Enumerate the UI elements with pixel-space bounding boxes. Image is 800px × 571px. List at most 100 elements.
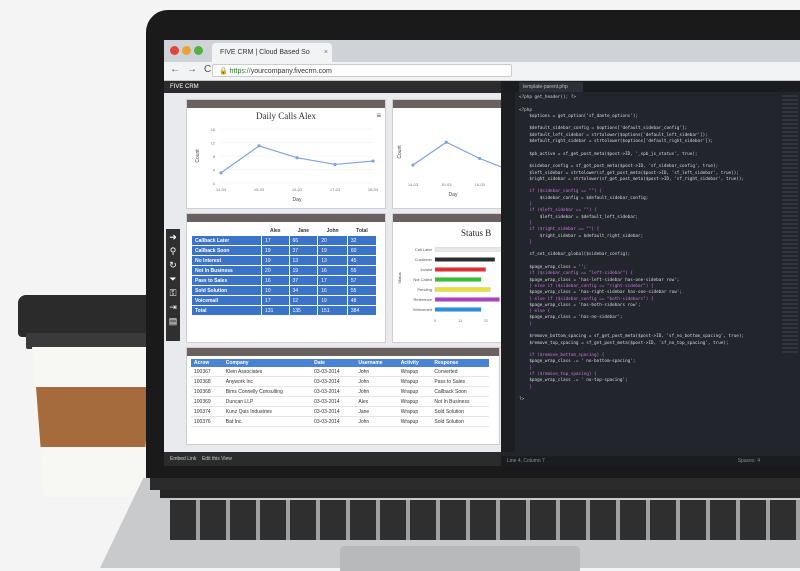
- reload-icon[interactable]: C: [204, 64, 211, 75]
- table-cell: Pass to Sales: [431, 376, 489, 387]
- arrow-right-icon[interactable]: ➜: [169, 231, 177, 244]
- code-line: ?>: [519, 397, 525, 403]
- table-cell: 384: [346, 305, 378, 316]
- table-cell: 16: [261, 275, 290, 286]
- minimize-window-button[interactable]: [182, 46, 191, 55]
- table-cell: 13: [288, 255, 319, 266]
- column-header[interactable]: Username: [355, 359, 398, 367]
- data-point: [257, 144, 261, 148]
- table-cell: 34: [288, 285, 319, 296]
- table-cell: Bat Inc.: [222, 416, 312, 427]
- indent-setting[interactable]: Spaces: 4: [738, 456, 760, 466]
- x-tick-label: 16-03: [475, 182, 486, 187]
- table-cell: 03-03-2014: [311, 416, 356, 427]
- column-header[interactable]: Date: [311, 359, 356, 367]
- table-row[interactable]: 100368 Anywork Inc 03-03-2014 John Wrapup Pas…: [191, 376, 489, 387]
- category-label: Customer: [415, 257, 433, 262]
- table-row[interactable]: Total 131 135 151 384: [190, 305, 378, 316]
- data-point: [219, 171, 223, 175]
- column-header[interactable]: Response: [431, 359, 489, 367]
- editor-tab[interactable]: template-parent.php: [519, 82, 583, 92]
- table-cell: 20: [317, 235, 348, 246]
- column-header[interactable]: Acrow: [191, 359, 223, 367]
- hamburger-menu-icon[interactable]: ≡: [376, 111, 381, 120]
- document-icon[interactable]: ▤: [169, 315, 178, 328]
- search-icon[interactable]: ⚲: [170, 245, 177, 258]
- data-point: [333, 162, 337, 167]
- x-tick-label: 22: [483, 318, 488, 323]
- data-point: [295, 156, 299, 160]
- table-row[interactable]: 100376 Bat Inc. 03-03-2014 John Wrapup Sold S…: [191, 416, 489, 427]
- category-label: Invalid: [420, 267, 432, 272]
- table-row[interactable]: 100368 Bims Connelly Consulting 03-03-2014…: [191, 386, 489, 397]
- table-cell: 151: [317, 305, 348, 316]
- filter-icon[interactable]: ⏷: [169, 273, 176, 286]
- close-icon[interactable]: ×: [324, 43, 328, 62]
- table-cell: 48: [346, 295, 378, 306]
- browser-tab[interactable]: FIVE CRM | Cloud Based So ×: [212, 43, 332, 62]
- column-header[interactable]: Alex: [261, 225, 290, 236]
- status-bar-chart: Status Call Later Customer Invalid Not Calle…: [397, 247, 503, 323]
- maximize-window-button[interactable]: [194, 46, 203, 55]
- stats-table: Alex Jane John Total Callback Later 17 66 20 32 C…: [190, 225, 378, 316]
- table-row[interactable]: Pass to Sales 16 37 17 57: [190, 275, 378, 286]
- key-icon[interactable]: ⚿: [170, 287, 177, 300]
- table-header-row: Alex Jane John Total: [190, 225, 378, 236]
- login-icon[interactable]: ⇥: [169, 301, 177, 314]
- line-gutter: [501, 92, 515, 452]
- table-cell: 19: [261, 255, 290, 266]
- column-header[interactable]: Jane: [288, 225, 319, 236]
- column-header[interactable]: [190, 225, 263, 236]
- table-cell: 100369: [191, 396, 223, 407]
- column-header[interactable]: Total: [346, 225, 378, 236]
- table-cell: 13: [317, 255, 348, 266]
- table-cell: 100374: [191, 406, 223, 417]
- table-row[interactable]: 100374 Kunz Quis Industries 03-03-2014 Jane…: [191, 406, 489, 417]
- table-row[interactable]: Sold Solution 10 34 16 55: [190, 285, 378, 296]
- table-cell: 32: [346, 235, 378, 246]
- table-row[interactable]: Not In Business 20 19 16 55: [190, 265, 378, 276]
- series-line: [412, 141, 514, 173]
- category-label: Reference: [414, 297, 433, 302]
- forward-arrow-icon[interactable]: →: [187, 64, 197, 75]
- table-cell: 20: [261, 265, 290, 276]
- activity-panel: Acrow Company Date Username Activity Response…: [186, 347, 500, 445]
- url-field[interactable]: 🔒 https://yourcompany.fivecrm.com: [212, 64, 512, 77]
- column-header[interactable]: Company: [222, 359, 312, 367]
- table-row[interactable]: Voicemail 17 12 19 48: [190, 295, 378, 306]
- x-tick-label: 14-03: [408, 182, 419, 187]
- edit-view-link[interactable]: Edit this View: [202, 456, 232, 462]
- embed-link[interactable]: Embed Link: [170, 456, 196, 462]
- table-row[interactable]: Callback Soon 19 37 19 60: [190, 245, 378, 256]
- table-cell: Total: [190, 305, 263, 316]
- category-label: Not Called: [413, 277, 432, 282]
- table-cell: 100368: [191, 376, 223, 387]
- close-window-button[interactable]: [170, 46, 179, 55]
- code-text[interactable]: <?php get_header(); ?> <?php $options = …: [519, 95, 744, 404]
- back-arrow-icon[interactable]: ←: [170, 64, 180, 75]
- table-row[interactable]: 100369 Duncan LLP 03-03-2014 Alex Wrapup Not …: [191, 396, 489, 407]
- y-tick-label: 16: [211, 127, 216, 132]
- series-line: [220, 145, 374, 174]
- editor-status-bar: Line 4, Column 7 Spaces: 4: [501, 456, 800, 466]
- column-header[interactable]: Activity: [397, 359, 432, 367]
- table-row[interactable]: 100367 Klein Associates 03-03-2014 John Wrap…: [191, 367, 489, 377]
- table-cell: Anywork Inc: [222, 376, 312, 387]
- y-tick-label: 4: [213, 168, 216, 173]
- refresh-icon[interactable]: ↻: [169, 259, 177, 272]
- table-cell: 03-03-2014: [311, 376, 356, 387]
- crm-footer: Embed Link Edit this View: [164, 452, 504, 466]
- minimap[interactable]: [782, 95, 798, 355]
- activity-table: Acrow Company Date Username Activity Response…: [191, 359, 489, 427]
- column-header[interactable]: John: [317, 225, 348, 236]
- code-line: $sidebar_config = sf_get_post_meta($post…: [519, 164, 719, 170]
- stats-panel: Alex Jane John Total Callback Later 17 66 20 32 C…: [186, 213, 386, 343]
- x-tick-label: 16-03: [292, 187, 303, 192]
- table-cell: 17: [261, 235, 290, 246]
- browser-tab-title: FIVE CRM | Cloud Based So: [220, 49, 310, 56]
- table-row[interactable]: No Interest 19 13 13 45: [190, 255, 378, 266]
- status-bar: [434, 297, 500, 302]
- y-tick-label: 12: [211, 141, 216, 146]
- table-row[interactable]: Callback Later 17 66 20 32: [190, 235, 378, 246]
- lock-icon: 🔒: [219, 68, 228, 75]
